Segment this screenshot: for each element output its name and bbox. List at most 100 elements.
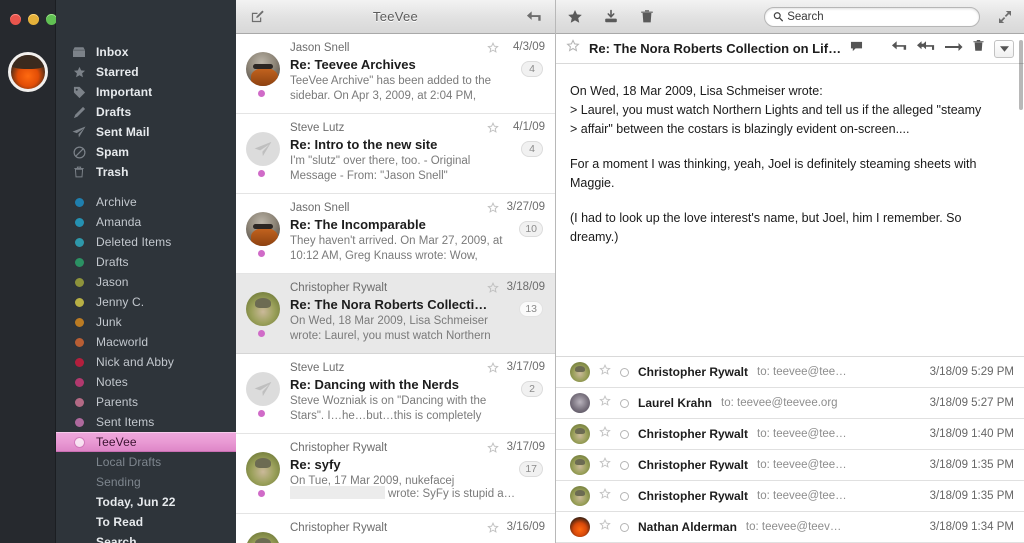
- sidebar-item-jenny-c[interactable]: Jenny C.: [56, 292, 236, 312]
- sidebar-item-trash[interactable]: Trash: [56, 162, 236, 182]
- star-outline-icon[interactable]: [487, 441, 499, 459]
- unread-dot[interactable]: [258, 330, 265, 337]
- star-outline-icon[interactable]: [599, 363, 611, 381]
- sidebar-item-drafts[interactable]: Drafts: [56, 102, 236, 122]
- sidebar-item-label: Archive: [96, 195, 137, 209]
- sidebar-item-archive[interactable]: Archive: [56, 192, 236, 212]
- minimize-button[interactable]: [28, 14, 39, 25]
- thread-row[interactable]: Christopher Rywalt to: teevee@tee… 3/18/09…: [556, 450, 1024, 481]
- forward-icon[interactable]: [945, 40, 963, 58]
- unread-dot[interactable]: [258, 170, 265, 177]
- unread-dot[interactable]: [258, 490, 265, 497]
- star-outline-icon[interactable]: [599, 425, 611, 443]
- message-list-item[interactable]: Jason Snell Re: The Incomparable They have…: [236, 194, 555, 274]
- message-date: 3/17/09: [506, 361, 545, 373]
- comment-icon[interactable]: [850, 40, 863, 58]
- message-list-item[interactable]: Steve Lutz Re: Dancing with the Nerds Stev…: [236, 354, 555, 434]
- star-outline-icon[interactable]: [487, 121, 499, 139]
- sidebar-item-search[interactable]: Search: [56, 532, 236, 543]
- sidebar-item-to-read[interactable]: To Read: [56, 512, 236, 532]
- sidebar-item-macworld[interactable]: Macworld: [56, 332, 236, 352]
- reader-scrollbar[interactable]: [1019, 34, 1024, 543]
- thread-avatar: [570, 424, 590, 444]
- star-outline-icon[interactable]: [487, 41, 499, 59]
- message-subject: Re: syfy: [290, 457, 341, 472]
- unread-dot[interactable]: [258, 250, 265, 257]
- unread-dot[interactable]: [258, 90, 265, 97]
- reply-all-icon[interactable]: [917, 40, 936, 58]
- sidebar-item-teevee[interactable]: TeeVee: [56, 432, 236, 452]
- thread-recipient: to: teevee@teevee.org: [721, 397, 838, 409]
- sidebar-item-amanda[interactable]: Amanda: [56, 212, 236, 232]
- archive-icon[interactable]: [600, 7, 622, 27]
- thread-row[interactable]: Laurel Krahn to: teevee@teevee.org 3/18/09…: [556, 388, 1024, 419]
- sender-avatar: [246, 372, 280, 406]
- trash-icon[interactable]: [636, 7, 658, 27]
- expand-icon[interactable]: [994, 7, 1016, 27]
- message-list-item[interactable]: Steve Lutz Re: Intro to the new site I'm "…: [236, 114, 555, 194]
- star-outline-icon[interactable]: [487, 361, 499, 379]
- body-paragraph: (I had to look up the love interest's na…: [570, 211, 965, 244]
- read-toggle-icon[interactable]: [620, 522, 629, 532]
- sidebar-item-parents[interactable]: Parents: [56, 392, 236, 412]
- sidebar-labels: Archive Amanda Deleted Items Drafts Jason Jen…: [56, 192, 236, 452]
- read-toggle-icon[interactable]: [620, 398, 629, 408]
- thread-count-badge: 13: [519, 301, 543, 317]
- reply-icon[interactable]: [891, 40, 908, 58]
- star-outline-icon[interactable]: [599, 518, 611, 536]
- message-snippet: TeeVee Archive" has been added to the si…: [290, 75, 492, 102]
- thread-row[interactable]: Nathan Alderman to: teevee@teev… 3/18/09 1…: [556, 512, 1024, 543]
- star-outline-icon[interactable]: [487, 521, 499, 539]
- unread-dot[interactable]: [258, 410, 265, 417]
- sidebar-item-sending[interactable]: Sending: [56, 472, 236, 492]
- sidebar-item-important[interactable]: Important: [56, 82, 236, 102]
- sidebar-item-sent-mail[interactable]: Sent Mail: [56, 122, 236, 142]
- star-outline-icon[interactable]: [487, 281, 499, 299]
- message-list-item[interactable]: Christopher Rywalt Re: The Nora Roberts C…: [236, 274, 555, 354]
- read-toggle-icon[interactable]: [620, 367, 629, 377]
- chevron-down-icon[interactable]: [994, 39, 1014, 58]
- message-date: 3/17/09: [506, 441, 545, 453]
- sidebar-item-deleted-items[interactable]: Deleted Items: [56, 232, 236, 252]
- message-list-item[interactable]: Christopher Rywalt 3/16/09: [236, 514, 555, 543]
- sidebar-item-drafts[interactable]: Drafts: [56, 252, 236, 272]
- read-toggle-icon[interactable]: [620, 491, 629, 501]
- reply-arrow-icon[interactable]: [523, 7, 545, 27]
- sidebar-item-jason[interactable]: Jason: [56, 272, 236, 292]
- thread-row[interactable]: Christopher Rywalt to: teevee@tee… 3/18/09…: [556, 357, 1024, 388]
- close-button[interactable]: [10, 14, 21, 25]
- compose-icon[interactable]: [246, 7, 268, 27]
- thread-row[interactable]: Christopher Rywalt to: teevee@tee… 3/18/09…: [556, 481, 1024, 512]
- star-outline-icon[interactable]: [599, 487, 611, 505]
- sidebar-item-today-jun-22[interactable]: Today, Jun 22: [56, 492, 236, 512]
- sidebar-item-junk[interactable]: Junk: [56, 312, 236, 332]
- sidebar-item-nick-and-abby[interactable]: Nick and Abby: [56, 352, 236, 372]
- account-avatar[interactable]: [8, 52, 48, 92]
- read-toggle-icon[interactable]: [620, 460, 629, 470]
- star-outline-icon[interactable]: [599, 394, 611, 412]
- message-rows[interactable]: Jason Snell Re: Teevee Archives TeeVee Arc…: [236, 34, 555, 543]
- message-subject: Re: The Nora Roberts Collection on Lif…: [589, 41, 842, 56]
- sidebar-item-notes[interactable]: Notes: [56, 372, 236, 392]
- body-paragraph: For a moment I was thinking, yeah, Joel …: [570, 157, 980, 190]
- thread-row[interactable]: Christopher Rywalt to: teevee@tee… 3/18/09…: [556, 419, 1024, 450]
- message-list-item[interactable]: Jason Snell Re: Teevee Archives TeeVee Arc…: [236, 34, 555, 114]
- sidebar-item-starred[interactable]: Starred: [56, 62, 236, 82]
- star-outline-icon[interactable]: [487, 201, 499, 219]
- scrollbar-thumb[interactable]: [1019, 40, 1023, 110]
- sidebar-item-label: Jenny C.: [96, 295, 145, 309]
- star-outline-icon[interactable]: [566, 39, 580, 58]
- star-outline-icon[interactable]: [599, 456, 611, 474]
- sidebar-item-spam[interactable]: Spam: [56, 142, 236, 162]
- read-toggle-icon[interactable]: [620, 429, 629, 439]
- search-input[interactable]: [787, 10, 971, 23]
- trash-icon[interactable]: [972, 39, 985, 58]
- search-box[interactable]: [764, 6, 980, 27]
- thread-list[interactable]: Christopher Rywalt to: teevee@tee… 3/18/09…: [556, 356, 1024, 543]
- message-list-item[interactable]: Christopher Rywalt Re: syfy On Tue, 17 Mar…: [236, 434, 555, 514]
- sidebar-item-local-drafts[interactable]: Local Drafts: [56, 452, 236, 472]
- sidebar-item-sent-items[interactable]: Sent Items: [56, 412, 236, 432]
- star-icon[interactable]: [564, 7, 586, 27]
- sender-name: Jason Snell: [290, 202, 350, 214]
- sidebar-item-inbox[interactable]: Inbox: [56, 42, 236, 62]
